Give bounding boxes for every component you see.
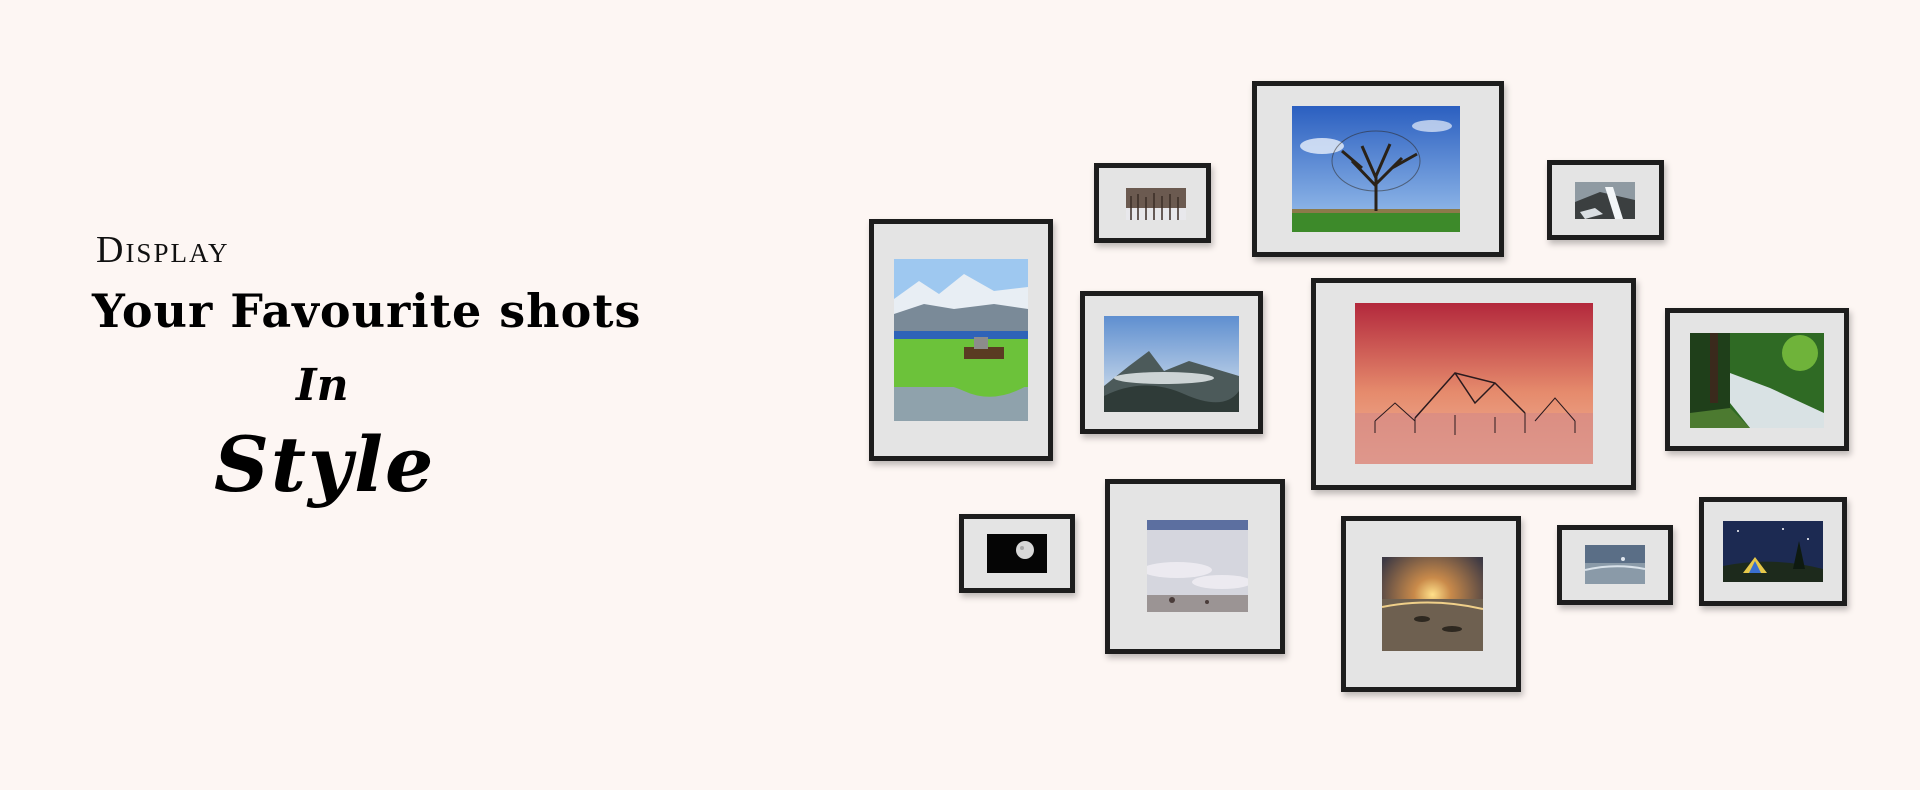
shoreline-photo bbox=[1585, 545, 1645, 584]
night-tent-photo bbox=[1723, 521, 1823, 582]
frame-foggy-plain bbox=[1105, 479, 1285, 654]
frame-snowy-mountain bbox=[869, 219, 1053, 461]
frame-bare-tree bbox=[1252, 81, 1504, 257]
bare-tree-photo bbox=[1292, 106, 1460, 232]
frame-night-tent bbox=[1699, 497, 1847, 606]
forest-stream-photo bbox=[1690, 333, 1824, 428]
frame-forest-stream bbox=[1665, 308, 1849, 451]
snowy-forest-photo bbox=[1126, 188, 1186, 220]
frame-waterfall-rocks bbox=[1547, 160, 1664, 240]
moon-photo bbox=[987, 534, 1047, 573]
misty-mountains-photo bbox=[1104, 316, 1239, 412]
beach-sunset-photo bbox=[1382, 557, 1483, 651]
frame-misty-mountains bbox=[1080, 291, 1263, 434]
frame-sunset-nets bbox=[1311, 278, 1636, 490]
frame-snowy-forest bbox=[1094, 163, 1211, 243]
waterfall-rocks-photo bbox=[1575, 182, 1635, 219]
sunset-fishing-nets-photo bbox=[1355, 303, 1593, 464]
foggy-plain-photo bbox=[1147, 520, 1248, 612]
frame-beach-sunset bbox=[1341, 516, 1521, 692]
snowy-mountain-lake-photo bbox=[894, 259, 1028, 421]
photo-wall bbox=[0, 0, 1920, 790]
frame-moon bbox=[959, 514, 1075, 593]
frame-shoreline bbox=[1557, 525, 1673, 605]
